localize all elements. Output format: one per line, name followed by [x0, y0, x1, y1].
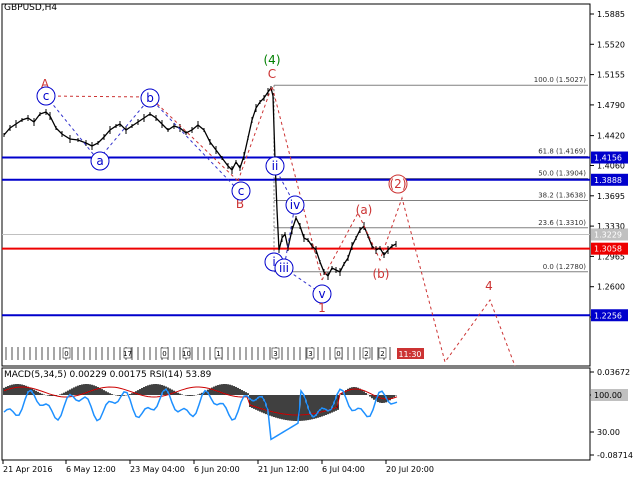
price-chart[interactable]: 1.58851.55201.51551.47901.44201.40601.36… [0, 0, 640, 480]
session-digit: 0 [64, 350, 68, 358]
wave-guide-red-1 [237, 84, 323, 281]
wave-label-18: 4 [485, 279, 493, 293]
time-tick-label: 6 May 12:00 [66, 465, 116, 474]
fib-level-label: 100.0 (1.5027) [534, 76, 586, 84]
wave-label-7: a [96, 154, 103, 168]
rsi-badge-text: 100.00 [594, 391, 622, 400]
price-badge-text: 1.4156 [594, 154, 622, 163]
session-time-label: 11:30 [398, 350, 421, 359]
macd-tick-label: 0.03672 [597, 368, 630, 377]
session-digit: 3 [273, 350, 277, 358]
price-tick-label: 1.3695 [597, 192, 625, 201]
price-badge-text: 1.3229 [594, 230, 622, 239]
wave-label-15: (a) [356, 203, 373, 217]
price-tick-label: 1.5520 [597, 40, 625, 49]
session-digit: 2 [364, 350, 368, 358]
price-badge-text: 1.3058 [594, 245, 622, 254]
sessions-bar: 0 17 0 10 1 3 3 0 2 2 11:30 [5, 347, 424, 360]
wave-label-17: (2) [390, 177, 407, 191]
time-tick-label: 21 Jun 12:00 [258, 465, 309, 474]
session-digit: 2 [380, 350, 384, 358]
price-badge-text: 1.2256 [594, 311, 622, 320]
price-tick-label: 1.5885 [597, 10, 625, 19]
macd-tick-label: 30.00 [597, 428, 620, 437]
time-tick-label: 20 Jul 20:00 [386, 465, 434, 474]
session-digit: 10 [182, 350, 191, 358]
wave-guide-blue-abc [45, 95, 239, 191]
time-tick-label: 23 May 04:00 [130, 465, 185, 474]
macd-rsi-title: MACD(5,34,5) 0.00229 0.00175 RSI(14) 53.… [4, 370, 212, 380]
fib-level-label: 0.0 (1.2780) [543, 263, 587, 271]
session-digit: 1 [216, 350, 220, 358]
wave-label-6: b [146, 91, 154, 105]
wave-label-5: c [43, 89, 50, 103]
fib-level-label: 23.6 (1.3310) [538, 219, 586, 227]
wave-label-13: v [318, 287, 325, 301]
fib-level-label: 50.0 (1.3904) [538, 169, 586, 177]
session-digit: 17 [123, 350, 132, 358]
wave-label-8: c [238, 184, 245, 198]
main-plot-frame [1, 3, 591, 367]
time-tick-label: 21 Apr 2016 [3, 465, 52, 474]
price-tick-label: 1.4420 [597, 132, 625, 141]
wave-label-14: 1 [318, 301, 326, 315]
wave-label-12: iii [279, 261, 289, 275]
wave-label-10: iv [290, 198, 300, 212]
fib-level-label: 38.2 (1.3638) [538, 192, 586, 200]
wave-label-9: ii [272, 159, 279, 173]
session-digit: 0 [162, 350, 166, 358]
wave-guide-red-abc [45, 95, 239, 182]
wave-label-16: (b) [373, 267, 390, 281]
wave-label-2: C [268, 67, 276, 81]
session-digit: 3 [308, 350, 312, 358]
time-tick-label: 6 Jun 20:00 [194, 465, 240, 474]
time-tick-label: 6 Jul 04:00 [322, 465, 365, 474]
wave-label-1: (4) [264, 53, 281, 67]
fib-level-label: 61.8 (1.4169) [538, 147, 586, 155]
price-tick-label: 1.5155 [597, 71, 625, 80]
session-digit: 0 [336, 350, 340, 358]
macd-tick-label: -0.08714 [597, 451, 633, 460]
price-badge-text: 1.3888 [594, 176, 622, 185]
price-tick-label: 1.2600 [597, 283, 625, 292]
price-tick-label: 1.4790 [597, 101, 625, 110]
